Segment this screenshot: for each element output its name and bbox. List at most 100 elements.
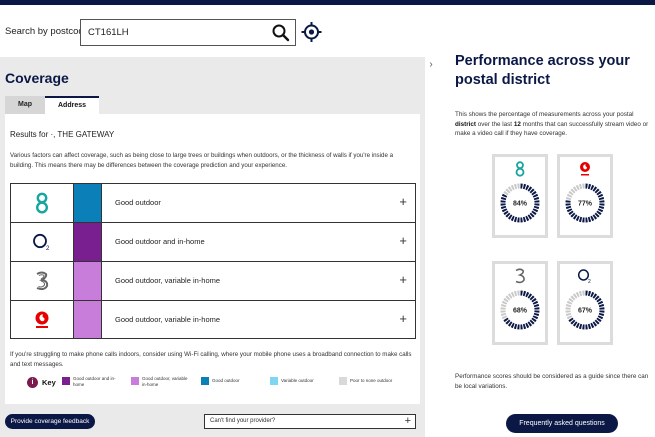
network-row-o2[interactable]: 2 Good outdoor and in-home + [10,222,416,261]
gauge-segment [522,323,527,330]
gauge-segment [570,295,576,301]
gauge-segment [531,210,537,216]
network-status: Good outdoor, variable in-home [115,276,221,285]
gauge-segment [527,321,533,327]
gauge-segment [592,186,598,192]
key-swatch [131,377,139,385]
coverage-swatch [73,223,102,261]
key-item-text: Good outdoor, variable in-home [142,376,188,387]
gauge-segment [522,183,527,190]
provider-dropdown[interactable]: Can't find your provider? + [204,414,416,429]
gauge-segment [532,300,539,305]
expand-icon[interactable]: + [399,272,407,287]
performance-gauge: 77% [565,183,605,223]
performance-description: This shows the percentage of measurement… [455,111,649,137]
gauge-segment [594,212,600,218]
svg-text:2: 2 [588,279,591,284]
key-swatch [270,377,278,385]
gauge-segment [568,190,574,196]
gauge-segment [522,216,527,223]
tab-address[interactable]: Address [45,96,99,114]
gauge-segment [527,186,533,192]
gauge-segment [529,212,535,218]
info-icon[interactable]: i [27,377,38,388]
gauge-segment [594,319,600,325]
key-swatch [201,377,209,385]
gauge-segment [590,291,595,298]
gauge-segment [596,317,602,323]
gauge-segment [513,323,518,330]
gauge-segment [531,317,537,323]
search-button[interactable] [271,23,291,43]
key-item-text: Good outdoor [212,378,240,383]
gauge-percent-label: 84% [513,201,528,208]
search-box [80,19,296,46]
collapse-panel-icon[interactable]: › [424,58,438,72]
gauge-segment [503,190,509,196]
postcode-input[interactable] [81,20,261,45]
gauge-segment [507,214,513,220]
network-row-ee[interactable]: Good outdoor + [10,183,416,222]
network-row-vodafone[interactable]: Good outdoor, variable in-home + [10,300,416,339]
performance-title: Performance across your postal district [455,53,630,88]
gauge-segment [505,319,511,325]
gauge-segment [597,300,604,305]
gauge-segment [566,193,573,198]
gauge-segment [572,321,578,327]
gauge-segment [594,188,600,194]
network-row-three[interactable]: Good outdoor, variable in-home + [10,261,416,300]
locate-me-button[interactable] [300,20,323,44]
vodafone-logo-icon [560,161,610,177]
gauge-segment [531,297,537,303]
three-logo-icon [11,262,73,300]
faq-button[interactable]: Frequently asked questions [506,414,618,433]
tab-map[interactable]: Map [5,96,45,114]
plus-icon: + [404,415,411,427]
gauge-segment [529,295,535,301]
gauge-segment [510,184,515,191]
gauge-segment [598,205,605,210]
search-icon [272,24,290,42]
crosshair-icon [301,22,322,42]
gauge-segment [568,317,574,323]
gauge-segment [575,184,580,191]
gauge-segment [501,300,508,305]
gauge-segment [572,214,578,220]
gauge-segment [565,312,572,317]
expand-icon[interactable]: + [399,311,407,326]
gauge-segment [597,208,604,213]
coverage-title: Coverage [5,70,69,86]
gauge-segment [532,315,539,320]
gauge-segment [578,216,583,223]
expand-icon[interactable]: + [399,194,407,209]
results-for-text: Results for ·, THE GATEWAY [10,130,115,139]
gauge-segment [596,297,602,303]
gauge-segment [592,293,598,299]
gauge-segment [507,321,513,327]
gauge-percent-label: 77% [578,201,593,208]
gauge-segment [527,293,533,299]
gauge-segment [596,210,602,216]
gauge-segment [568,297,574,303]
gauge-segment [590,322,595,329]
gauge-segment [594,295,600,301]
key-label: Key [42,378,56,387]
vodafone-logo-icon [11,301,73,338]
address-results-card: Results for ·, THE GATEWAY Various facto… [5,114,420,404]
gauge-segment [505,295,511,301]
performance-gauge: 67% [565,290,605,330]
performance-gauge: 84% [500,183,540,223]
key-item-text: Good outdoor and in-home [73,376,116,387]
o2-logo-icon: 2 [560,268,610,284]
network-coverage-table: Good outdoor + 2 Good outdoor and in-hom… [10,183,416,339]
top-bar [0,0,655,5]
expand-icon[interactable]: + [399,233,407,248]
coverage-key: i Key Good outdoor and in-home Good outd… [5,374,420,396]
gauge-segment [532,193,539,198]
gauge-segment [566,208,573,213]
gauge-segment [592,321,598,327]
provide-feedback-button[interactable]: Provide coverage feedback [5,414,95,429]
gauge-segment [597,193,604,198]
gauge-segment [503,297,509,303]
gauge-segment [531,190,537,196]
